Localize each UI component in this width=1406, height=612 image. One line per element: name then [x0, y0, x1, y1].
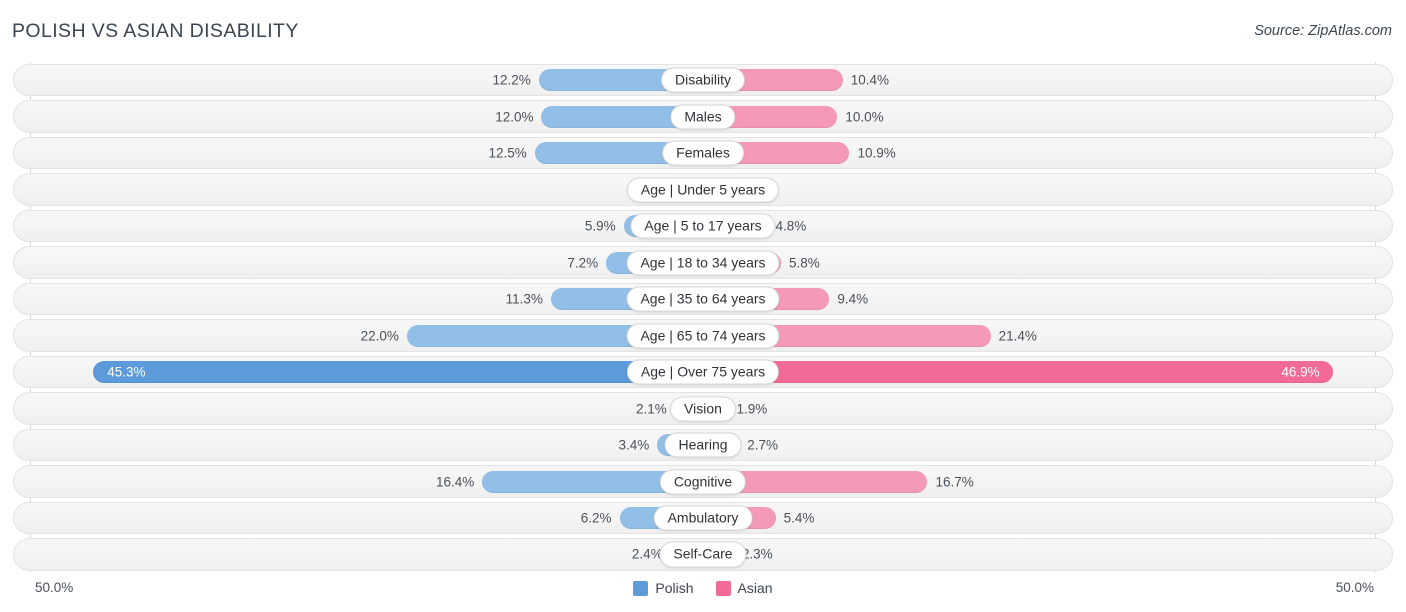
value-label-asian: 10.0% — [845, 108, 884, 124]
category-label: Females — [662, 140, 744, 166]
row-inner: 3.4% 2.7% Hearing — [0, 427, 1406, 463]
category-label: Age | Over 75 years — [626, 359, 780, 385]
value-label-asian: 4.8% — [775, 218, 807, 234]
value-label-polish: 22.0% — [360, 327, 399, 343]
row-inner: 2.1% 1.9% Vision — [0, 390, 1406, 426]
table-row: 2.1% 1.9% Vision — [0, 390, 1406, 426]
table-row: 12.2% 10.4% Disability — [0, 62, 1406, 98]
value-label-asian: 2.3% — [741, 546, 773, 562]
legend-swatch-icon — [633, 580, 649, 596]
bar-asian — [703, 361, 1334, 384]
row-inner: 6.2% 5.4% Ambulatory — [0, 500, 1406, 536]
bar-polish — [93, 361, 703, 384]
row-inner: 12.2% 10.4% Disability — [0, 62, 1406, 98]
row-inner: 2.4% 2.3% Self-Care — [0, 536, 1406, 572]
category-label: Vision — [670, 396, 736, 422]
legend-asian[interactable]: Asian — [715, 580, 773, 596]
category-label: Males — [670, 104, 736, 130]
chart-footer: 50.0% 50.0% Polish Asian — [0, 572, 1406, 612]
legend-label: Asian — [737, 580, 773, 596]
chart-header: POLISH VS ASIAN DISABILITY Source: ZipAt… — [0, 0, 1406, 62]
table-row: 12.0% 10.0% Males — [0, 98, 1406, 134]
value-label-polish: 5.9% — [584, 218, 616, 234]
value-label-asian: 21.4% — [998, 327, 1037, 343]
row-inner: 45.3% 46.9% Age | Over 75 years — [0, 354, 1406, 390]
source-attribution: Source: ZipAtlas.com — [1254, 23, 1392, 39]
row-inner: 22.0% 21.4% Age | 65 to 74 years — [0, 317, 1406, 353]
category-label: Age | 35 to 64 years — [626, 286, 780, 312]
row-inner: 16.4% 16.7% Cognitive — [0, 463, 1406, 499]
value-label-polish: 12.5% — [488, 145, 527, 161]
chart-legend: Polish Asian — [0, 580, 1406, 596]
value-label-polish: 7.2% — [567, 254, 599, 270]
row-inner: 7.2% 5.8% Age | 18 to 34 years — [0, 244, 1406, 280]
legend-swatch-icon — [715, 580, 731, 596]
row-inner: 12.5% 10.9% Females — [0, 135, 1406, 171]
bar-rows: 12.2% 10.4% Disability 12.0% 10.0% Males 12.5%… — [0, 62, 1406, 573]
table-row: 6.2% 5.4% Ambulatory — [0, 500, 1406, 536]
category-label: Hearing — [664, 432, 742, 458]
value-label-polish: 12.0% — [495, 108, 534, 124]
table-row: 1.6%1.1%Age | Under 5 years — [0, 171, 1406, 207]
value-label-polish: 2.4% — [631, 546, 663, 562]
value-label-polish: 6.2% — [580, 510, 612, 526]
page-title: POLISH VS ASIAN DISABILITY — [12, 20, 299, 42]
table-row: 11.3% 9.4% Age | 35 to 64 years — [0, 281, 1406, 317]
value-label-asian: 10.9% — [857, 145, 896, 161]
value-label-polish: 11.3% — [505, 291, 543, 307]
table-row: 22.0% 21.4% Age | 65 to 74 years — [0, 317, 1406, 353]
chart-root: POLISH VS ASIAN DISABILITY Source: ZipAt… — [0, 0, 1406, 612]
row-inner: 1.6%1.1%Age | Under 5 years — [0, 171, 1406, 207]
value-label-polish: 45.3% — [107, 364, 146, 380]
value-label-asian: 5.4% — [783, 510, 815, 526]
legend-label: Polish — [655, 580, 694, 596]
legend-polish[interactable]: Polish — [633, 580, 694, 596]
value-label-asian: 46.9% — [1281, 364, 1320, 380]
table-row: 3.4% 2.7% Hearing — [0, 427, 1406, 463]
value-label-asian: 1.9% — [736, 400, 768, 416]
plot-area: 12.2% 10.4% Disability 12.0% 10.0% Males 12.5%… — [0, 62, 1406, 572]
value-label-polish: 12.2% — [492, 72, 531, 88]
value-label-asian: 10.4% — [850, 72, 890, 88]
category-label: Self-Care — [659, 541, 747, 568]
category-label: Cognitive — [659, 468, 747, 495]
category-label: Disability — [660, 67, 746, 93]
value-label-polish: 2.1% — [635, 400, 667, 416]
value-label-asian: 9.4% — [837, 291, 869, 307]
value-label-asian: 2.7% — [747, 437, 779, 453]
category-label: Age | Under 5 years — [626, 177, 780, 203]
table-row: 5.9% 4.8% Age | 5 to 17 years — [0, 208, 1406, 244]
value-label-asian: 5.8% — [788, 254, 820, 270]
table-row: 16.4% 16.7% Cognitive — [0, 463, 1406, 499]
value-label-polish: 3.4% — [618, 437, 650, 453]
category-label: Age | 18 to 34 years — [626, 250, 780, 276]
value-label-asian: 16.7% — [935, 473, 974, 489]
table-row: 7.2% 5.8% Age | 18 to 34 years — [0, 244, 1406, 280]
row-inner: 12.0% 10.0% Males — [0, 98, 1406, 134]
table-row: 45.3% 46.9% Age | Over 75 years — [0, 354, 1406, 390]
row-inner: 5.9% 4.8% Age | 5 to 17 years — [0, 208, 1406, 244]
row-inner: 11.3% 9.4% Age | 35 to 64 years — [0, 281, 1406, 317]
table-row: 12.5% 10.9% Females — [0, 135, 1406, 171]
category-label: Age | 65 to 74 years — [626, 323, 780, 349]
category-label: Ambulatory — [653, 505, 753, 531]
table-row: 2.4% 2.3% Self-Care — [0, 536, 1406, 572]
category-label: Age | 5 to 17 years — [630, 213, 776, 239]
value-label-polish: 16.4% — [435, 473, 475, 489]
